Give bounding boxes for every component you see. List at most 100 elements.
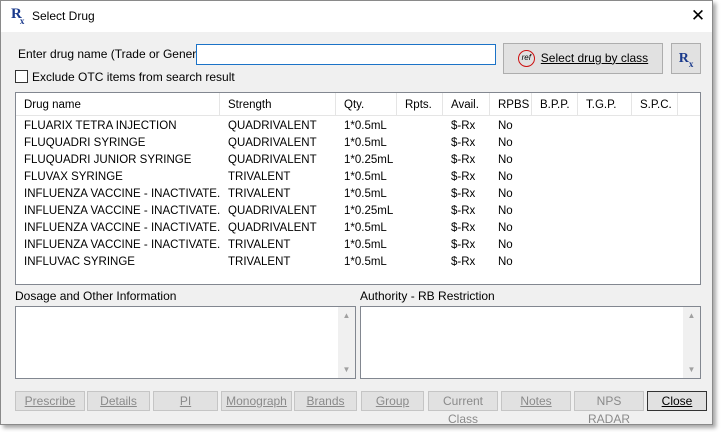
cell-avail: $-Rx: [451, 222, 476, 234]
cell-name: INFLUENZA VACCINE - INACTIVATE...: [24, 239, 220, 251]
cell-qty: 1*0.25mL: [344, 205, 394, 217]
cell-qty: 1*0.25mL: [344, 154, 394, 166]
column-header[interactable]: B.P.P.: [532, 93, 578, 116]
dosage-textarea[interactable]: ▲ ▼: [15, 306, 356, 379]
cell-rpbs: No: [498, 256, 513, 268]
table-row[interactable]: INFLUENZA VACCINE - INACTIVATE... QUADRIV…: [16, 203, 700, 220]
cell-qty: 1*0.5mL: [344, 171, 387, 183]
cell-rpbs: No: [498, 239, 513, 251]
cell-avail: $-Rx: [451, 120, 476, 132]
table-row[interactable]: FLUVAX SYRINGE TRIVALENT 1*0.5mL $-Rx No: [16, 169, 700, 186]
pi-button[interactable]: PI: [153, 391, 218, 411]
authority-textarea[interactable]: ▲ ▼: [360, 306, 701, 379]
table-row[interactable]: INFLUENZA VACCINE - INACTIVATE... TRIVALE…: [16, 237, 700, 254]
cell-qty: 1*0.5mL: [344, 188, 387, 200]
dosage-scrollbar[interactable]: ▲ ▼: [338, 307, 355, 378]
dosage-label: Dosage and Other Information: [15, 289, 177, 303]
close-icon[interactable]: ✕: [689, 7, 707, 25]
scroll-up-arrow-icon[interactable]: ▲: [683, 307, 700, 324]
ref-icon: ref: [517, 50, 535, 68]
cell-rpbs: No: [498, 188, 513, 200]
cell-qty: 1*0.5mL: [344, 256, 387, 268]
select-by-class-button[interactable]: ref Select drug by class: [503, 43, 663, 74]
cell-avail: $-Rx: [451, 154, 476, 166]
cell-strength: QUADRIVALENT: [228, 154, 317, 166]
cell-name: INFLUENZA VACCINE - INACTIVATE...: [24, 205, 220, 217]
cell-strength: QUADRIVALENT: [228, 205, 317, 217]
current-class-button[interactable]: Current Class: [428, 391, 498, 426]
search-label: Enter drug name (Trade or Generic ): [18, 47, 213, 61]
exclude-otc-checkbox[interactable]: [15, 70, 28, 83]
cell-name: FLUQUADRI SYRINGE: [24, 137, 146, 149]
cell-rpbs: No: [498, 137, 513, 149]
details-button[interactable]: Details: [87, 391, 150, 411]
cell-rpts: [397, 203, 443, 220]
group-button[interactable]: Group: [361, 391, 424, 411]
exclude-otc-label: Exclude OTC items from search result: [32, 70, 235, 84]
scroll-down-arrow-icon[interactable]: ▼: [338, 361, 355, 378]
table-row[interactable]: INFLUENZA VACCINE - INACTIVATE... QUADRIV…: [16, 220, 700, 237]
column-header[interactable]: T.G.P.: [578, 93, 632, 116]
cell-rpts: [397, 254, 443, 271]
select-drug-dialog: Rx Select Drug ✕ Enter drug name (Trade …: [0, 0, 713, 426]
cell-avail: $-Rx: [451, 239, 476, 251]
authority-scrollbar[interactable]: ▲ ▼: [683, 307, 700, 378]
table-row[interactable]: FLUQUADRI SYRINGE QUADRIVALENT 1*0.5mL $-Rx…: [16, 135, 700, 152]
cell-strength: TRIVALENT: [228, 171, 291, 183]
rx-app-icon: Rx: [11, 6, 25, 26]
column-header[interactable]: Rpts.: [397, 93, 443, 116]
cell-avail: $-Rx: [451, 171, 476, 183]
monograph-button[interactable]: Monograph: [221, 391, 292, 411]
column-header[interactable]: Avail.: [443, 93, 490, 116]
nps-radar-button[interactable]: NPS RADAR: [574, 391, 644, 426]
close-button[interactable]: Close: [647, 391, 707, 411]
scroll-down-arrow-icon[interactable]: ▼: [683, 361, 700, 378]
column-header[interactable]: Strength: [220, 93, 336, 116]
cell-name: FLUVAX SYRINGE: [24, 171, 123, 183]
cell-rpbs: No: [498, 154, 513, 166]
cell-rpbs: No: [498, 120, 513, 132]
brands-button[interactable]: Brands: [294, 391, 357, 411]
cell-rpts: [397, 152, 443, 169]
cell-avail: $-Rx: [451, 188, 476, 200]
cell-qty: 1*0.5mL: [344, 222, 387, 234]
authority-label: Authority - RB Restriction: [360, 289, 495, 303]
drug-list[interactable]: Drug name Strength Qty. Rpts. Avail. RPBS B.P.…: [15, 92, 701, 285]
cell-strength: QUADRIVALENT: [228, 120, 317, 132]
cell-avail: $-Rx: [451, 205, 476, 217]
cell-rpbs: No: [498, 222, 513, 234]
cell-strength: TRIVALENT: [228, 256, 291, 268]
cell-rpbs: No: [498, 205, 513, 217]
cell-name: INFLUVAC SYRINGE: [24, 256, 135, 268]
scroll-up-arrow-icon[interactable]: ▲: [338, 307, 355, 324]
drug-list-header: Drug name Strength Qty. Rpts. Avail. RPBS B.P.…: [16, 93, 700, 116]
cell-avail: $-Rx: [451, 256, 476, 268]
title-bar: Rx Select Drug ✕: [1, 1, 712, 32]
prescribe-button[interactable]: Prescribe: [15, 391, 85, 411]
cell-name: INFLUENZA VACCINE - INACTIVATE...: [24, 222, 220, 234]
notes-button[interactable]: Notes: [501, 391, 571, 411]
cell-rpts: [397, 186, 443, 203]
table-row[interactable]: FLUARIX TETRA INJECTION QUADRIVALENT 1*0.5…: [16, 118, 700, 135]
cell-rpbs: No: [498, 171, 513, 183]
cell-strength: QUADRIVALENT: [228, 137, 317, 149]
rx-button[interactable]: Rx: [671, 43, 701, 74]
column-header[interactable]: RPBS: [490, 93, 532, 116]
column-header[interactable]: S.P.C.: [632, 93, 678, 116]
drug-search-input[interactable]: [196, 44, 496, 65]
table-row[interactable]: FLUQUADRI JUNIOR SYRINGE QUADRIVALENT 1*0.…: [16, 152, 700, 169]
cell-rpts: [397, 220, 443, 237]
cell-strength: QUADRIVALENT: [228, 222, 317, 234]
cell-strength: TRIVALENT: [228, 188, 291, 200]
cell-qty: 1*0.5mL: [344, 239, 387, 251]
cell-name: INFLUENZA VACCINE - INACTIVATE...: [24, 188, 220, 200]
table-row[interactable]: INFLUVAC SYRINGE TRIVALENT 1*0.5mL $-Rx No: [16, 254, 700, 271]
table-row[interactable]: INFLUENZA VACCINE - INACTIVATE... TRIVALE…: [16, 186, 700, 203]
cell-rpts: [397, 118, 443, 135]
window-title: Select Drug: [32, 9, 95, 23]
cell-avail: $-Rx: [451, 137, 476, 149]
column-header[interactable]: Drug name: [16, 93, 220, 116]
cell-name: FLUARIX TETRA INJECTION: [24, 120, 177, 132]
cell-qty: 1*0.5mL: [344, 120, 387, 132]
column-header[interactable]: Qty.: [336, 93, 397, 116]
